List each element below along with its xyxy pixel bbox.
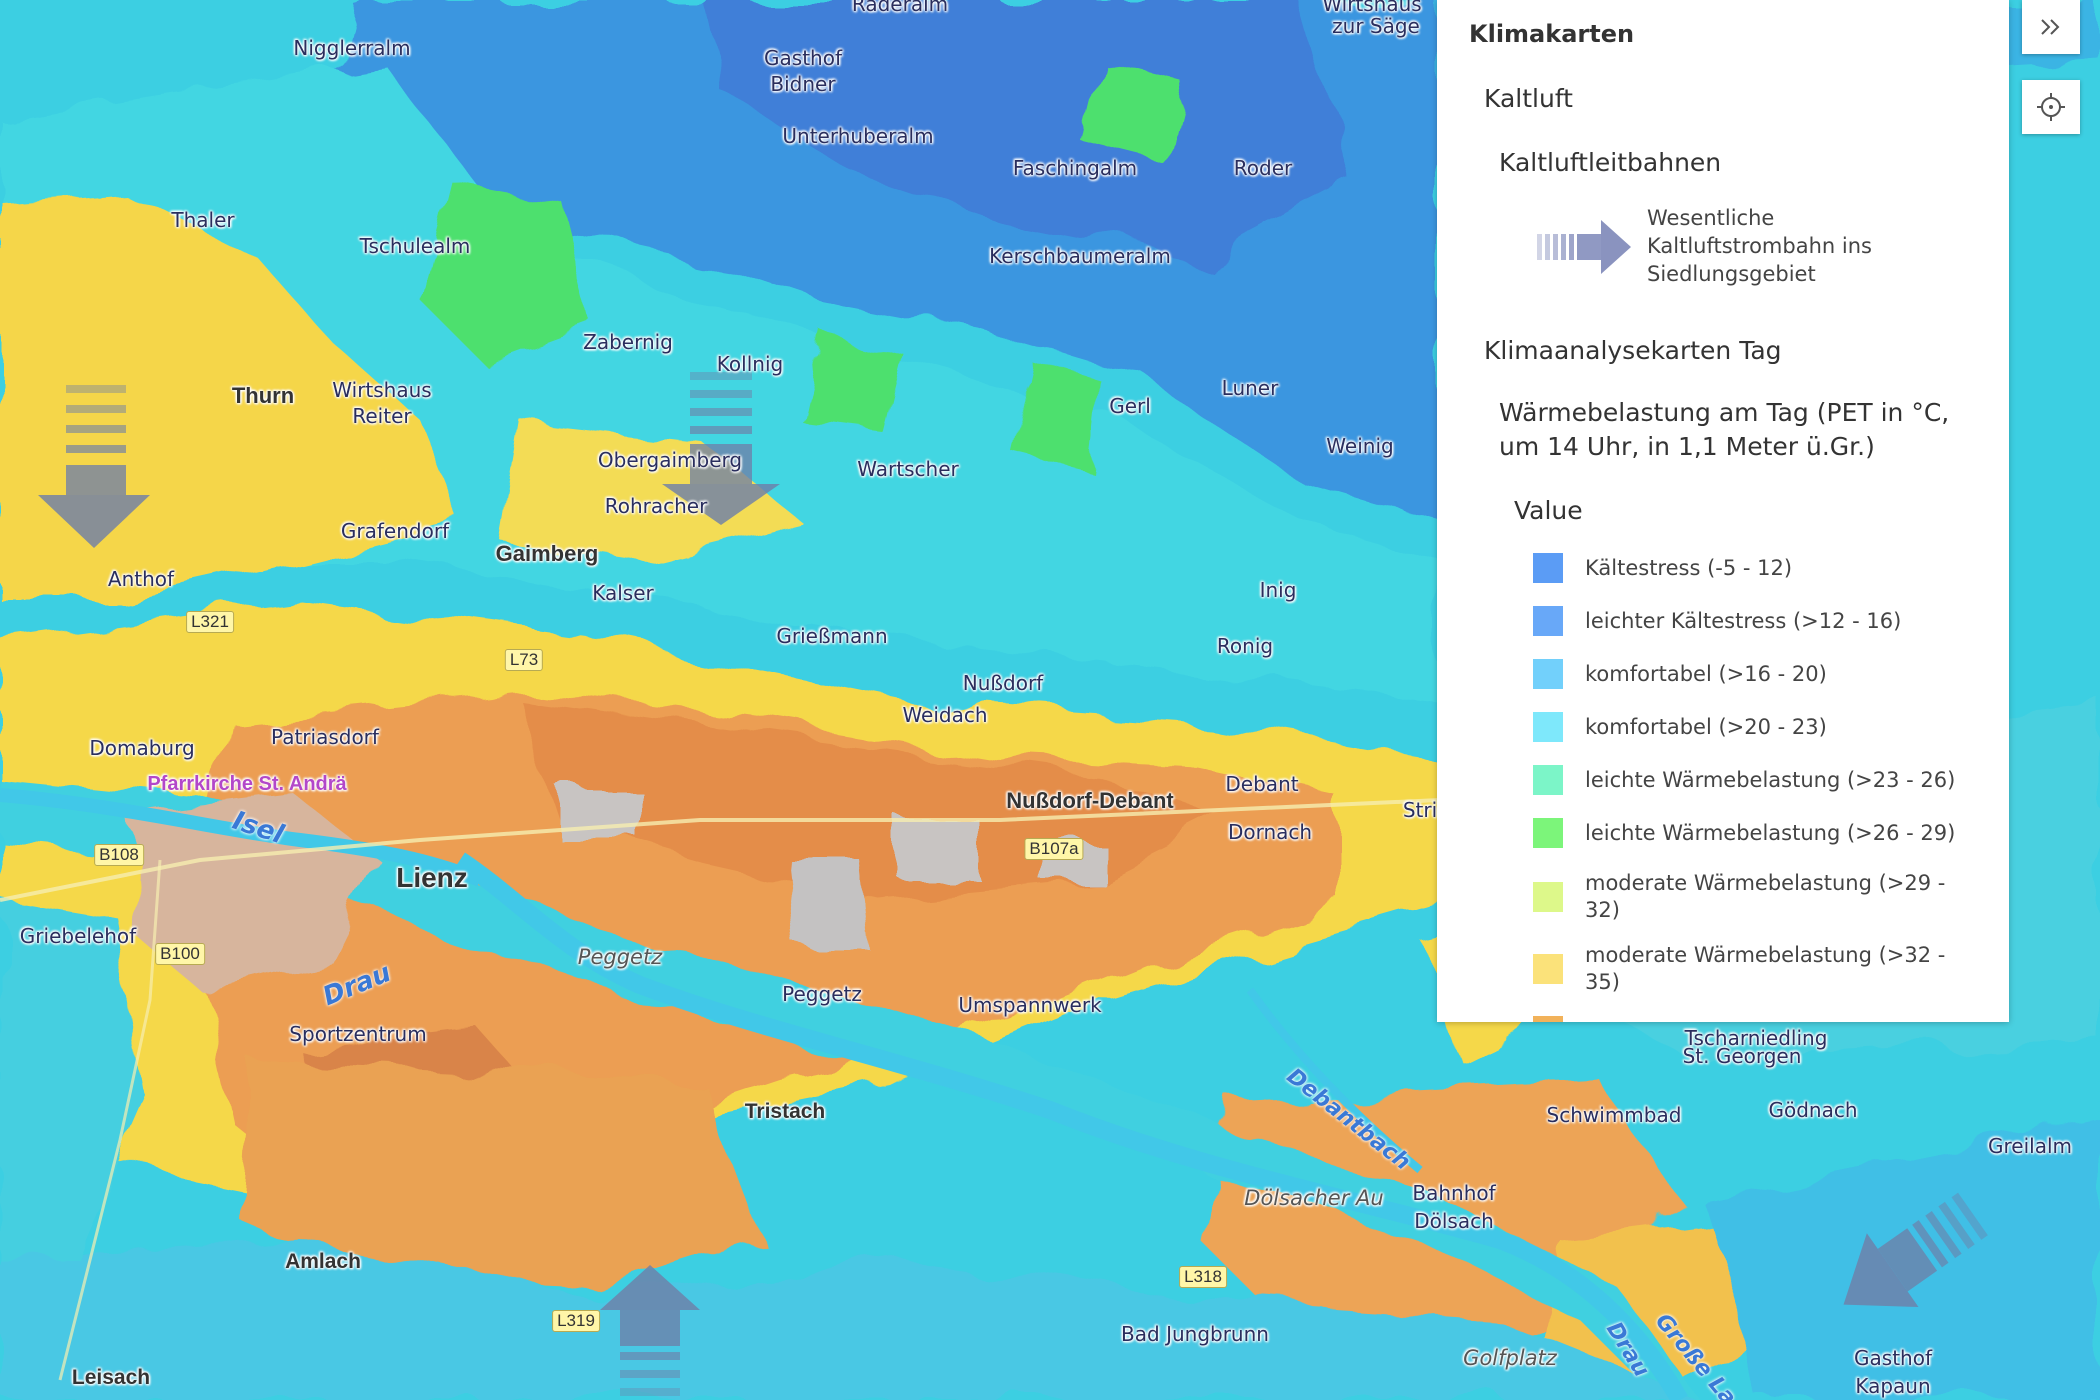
legend-item-label: leichte Wärmebelastung (>23 - 26): [1585, 768, 1956, 792]
area-label: Peggetz: [577, 945, 663, 969]
place-label: Thaler: [171, 208, 235, 232]
town-label: Leisach: [71, 1366, 151, 1389]
place-label: Grafendorf: [340, 519, 450, 543]
place-label: Grießmann: [776, 624, 888, 648]
locate-button[interactable]: [2022, 80, 2080, 134]
legend-swatch: [1533, 553, 1563, 583]
place-label: Bad Jungbrunn: [1121, 1322, 1269, 1346]
place-label: Reiter: [352, 404, 412, 428]
place-label: Wartscher: [857, 457, 959, 481]
place-label: Dornach: [1227, 820, 1313, 844]
place-label: Faschingalm: [1012, 156, 1138, 180]
town-label: Tristach: [744, 1100, 826, 1123]
legend-group-klimaanalyse: Klimaanalysekarten Tag: [1484, 336, 1782, 365]
legend-swatch: [1533, 882, 1563, 912]
place-label: Kollnig: [716, 352, 784, 376]
city-label: Lienz: [396, 862, 468, 893]
place-label: Greilalm: [1988, 1134, 2072, 1158]
legend-item-label: moderate Wärmebelastung (>29 - 32): [1585, 871, 1946, 922]
road-shield: B107a: [1024, 838, 1084, 860]
place-label: Wirtshaus: [332, 378, 432, 402]
legend-item-label: leichte Wärmebelastung (>26 - 29): [1585, 821, 1956, 845]
place-label: Gerl: [1109, 394, 1151, 418]
place-label: Griebelehof: [19, 924, 137, 948]
place-label: Gasthof: [1854, 1346, 1932, 1370]
place-label: Debant: [1225, 772, 1299, 796]
road-shield: L318: [1179, 1266, 1227, 1288]
place-label: Inig: [1259, 578, 1297, 602]
place-label: Domaburg: [89, 736, 195, 760]
place-label: Umspannwerk: [958, 993, 1102, 1017]
legend-swatch: [1533, 606, 1563, 636]
place-label: zur Säge: [1332, 14, 1420, 38]
legend-title: Klimakarten: [1469, 20, 1635, 48]
place-label: Rohracher: [604, 494, 708, 518]
legend-layer-kaltluftleitbahnen: Kaltluftleitbahnen: [1499, 148, 1722, 177]
legend-item-label: Kältestress (-5 - 12): [1585, 556, 1793, 580]
legend-swatch: [1533, 954, 1563, 984]
legend-swatch: [1533, 818, 1563, 848]
legend-field-label: Value: [1514, 496, 1583, 525]
place-label: Gödnach: [1768, 1098, 1858, 1122]
legend-item-label: komfortabel (>20 - 23): [1585, 715, 1827, 739]
place-label: Schwimmbad: [1546, 1103, 1682, 1127]
town-label: Thurn: [231, 383, 295, 408]
town-label: Gaimberg: [495, 541, 599, 566]
crosshair-icon: [2037, 93, 2065, 121]
place-label: Ronig: [1216, 634, 1274, 658]
legend-swatch: [1533, 712, 1563, 742]
legend-swatch-partial: [1533, 1016, 1563, 1022]
double-chevron-right-icon: [2041, 19, 2060, 35]
place-label: Gasthof: [764, 46, 842, 70]
place-label: Roder: [1233, 156, 1293, 180]
town-label: Amlach: [285, 1250, 361, 1273]
road-shield: L321: [186, 611, 234, 633]
place-label: Luner: [1221, 376, 1279, 400]
area-label: Dölsacher Au: [1244, 1186, 1384, 1210]
place-label: Bidner: [770, 72, 836, 96]
place-label: Kalser: [592, 581, 654, 605]
legend-swatch: [1533, 765, 1563, 795]
legend-panel[interactable]: Klimakarten Kaltluft Kaltluftleitbahnen …: [1437, 0, 2009, 1022]
area-label: Golfplatz: [1463, 1346, 1557, 1370]
place-label: Weinig: [1326, 434, 1394, 458]
legend-swatch: [1533, 659, 1563, 689]
place-label: Peggetz: [782, 982, 862, 1006]
legend-layer-pet: Wärmebelastung am Tag (PET in °C, um 14 …: [1499, 398, 1950, 461]
road-shield: L73: [504, 649, 544, 671]
place-label: Nußdorf: [962, 671, 1044, 695]
place-label: St. Georgen: [1682, 1044, 1802, 1068]
place-label: Sportzentrum: [289, 1022, 427, 1046]
kaltluft-arrow-icon: [1537, 220, 1631, 274]
legend-item-label: leichter Kältestress (>12 - 16): [1585, 609, 1902, 633]
poi-label: Pfarrkirche St. Andrä: [147, 773, 347, 795]
collapse-panel-button[interactable]: [2022, 0, 2080, 54]
kaltluft-legend-label: Wesentliche Kaltluftstrombahn ins Siedlu…: [1647, 206, 1872, 286]
place-label: Unterhuberalm: [782, 124, 934, 148]
legend-item-label: moderate Wärmebelastung (>32 - 35): [1585, 943, 1946, 994]
road-shield: L319: [552, 1310, 600, 1332]
place-label: Obergaimberg: [597, 448, 743, 472]
place-label: Nigglerralm: [293, 36, 411, 60]
place-label: Kapaun: [1855, 1374, 1931, 1398]
legend-group-kaltluft: Kaltluft: [1484, 84, 1573, 113]
place-label: Wirtshaus: [1322, 0, 1422, 16]
place-label: Patriasdorf: [271, 725, 379, 749]
place-label: Stri: [1402, 798, 1438, 822]
place-label: Zabernig: [583, 330, 673, 354]
place-label: Dölsach: [1414, 1209, 1494, 1233]
place-label: Anthof: [107, 567, 175, 591]
road-shield: B108: [94, 844, 144, 866]
place-label: Tschulealm: [359, 234, 471, 258]
place-label: Weidach: [902, 703, 988, 727]
place-label: Raderalm: [851, 0, 949, 16]
road-shield: B100: [155, 943, 205, 965]
place-label: Kerschbaumeralm: [989, 244, 1171, 268]
town-label: Nußdorf-Debant: [1006, 788, 1174, 813]
place-label: Bahnhof: [1412, 1181, 1496, 1205]
legend-item-label: komfortabel (>16 - 20): [1585, 662, 1827, 686]
